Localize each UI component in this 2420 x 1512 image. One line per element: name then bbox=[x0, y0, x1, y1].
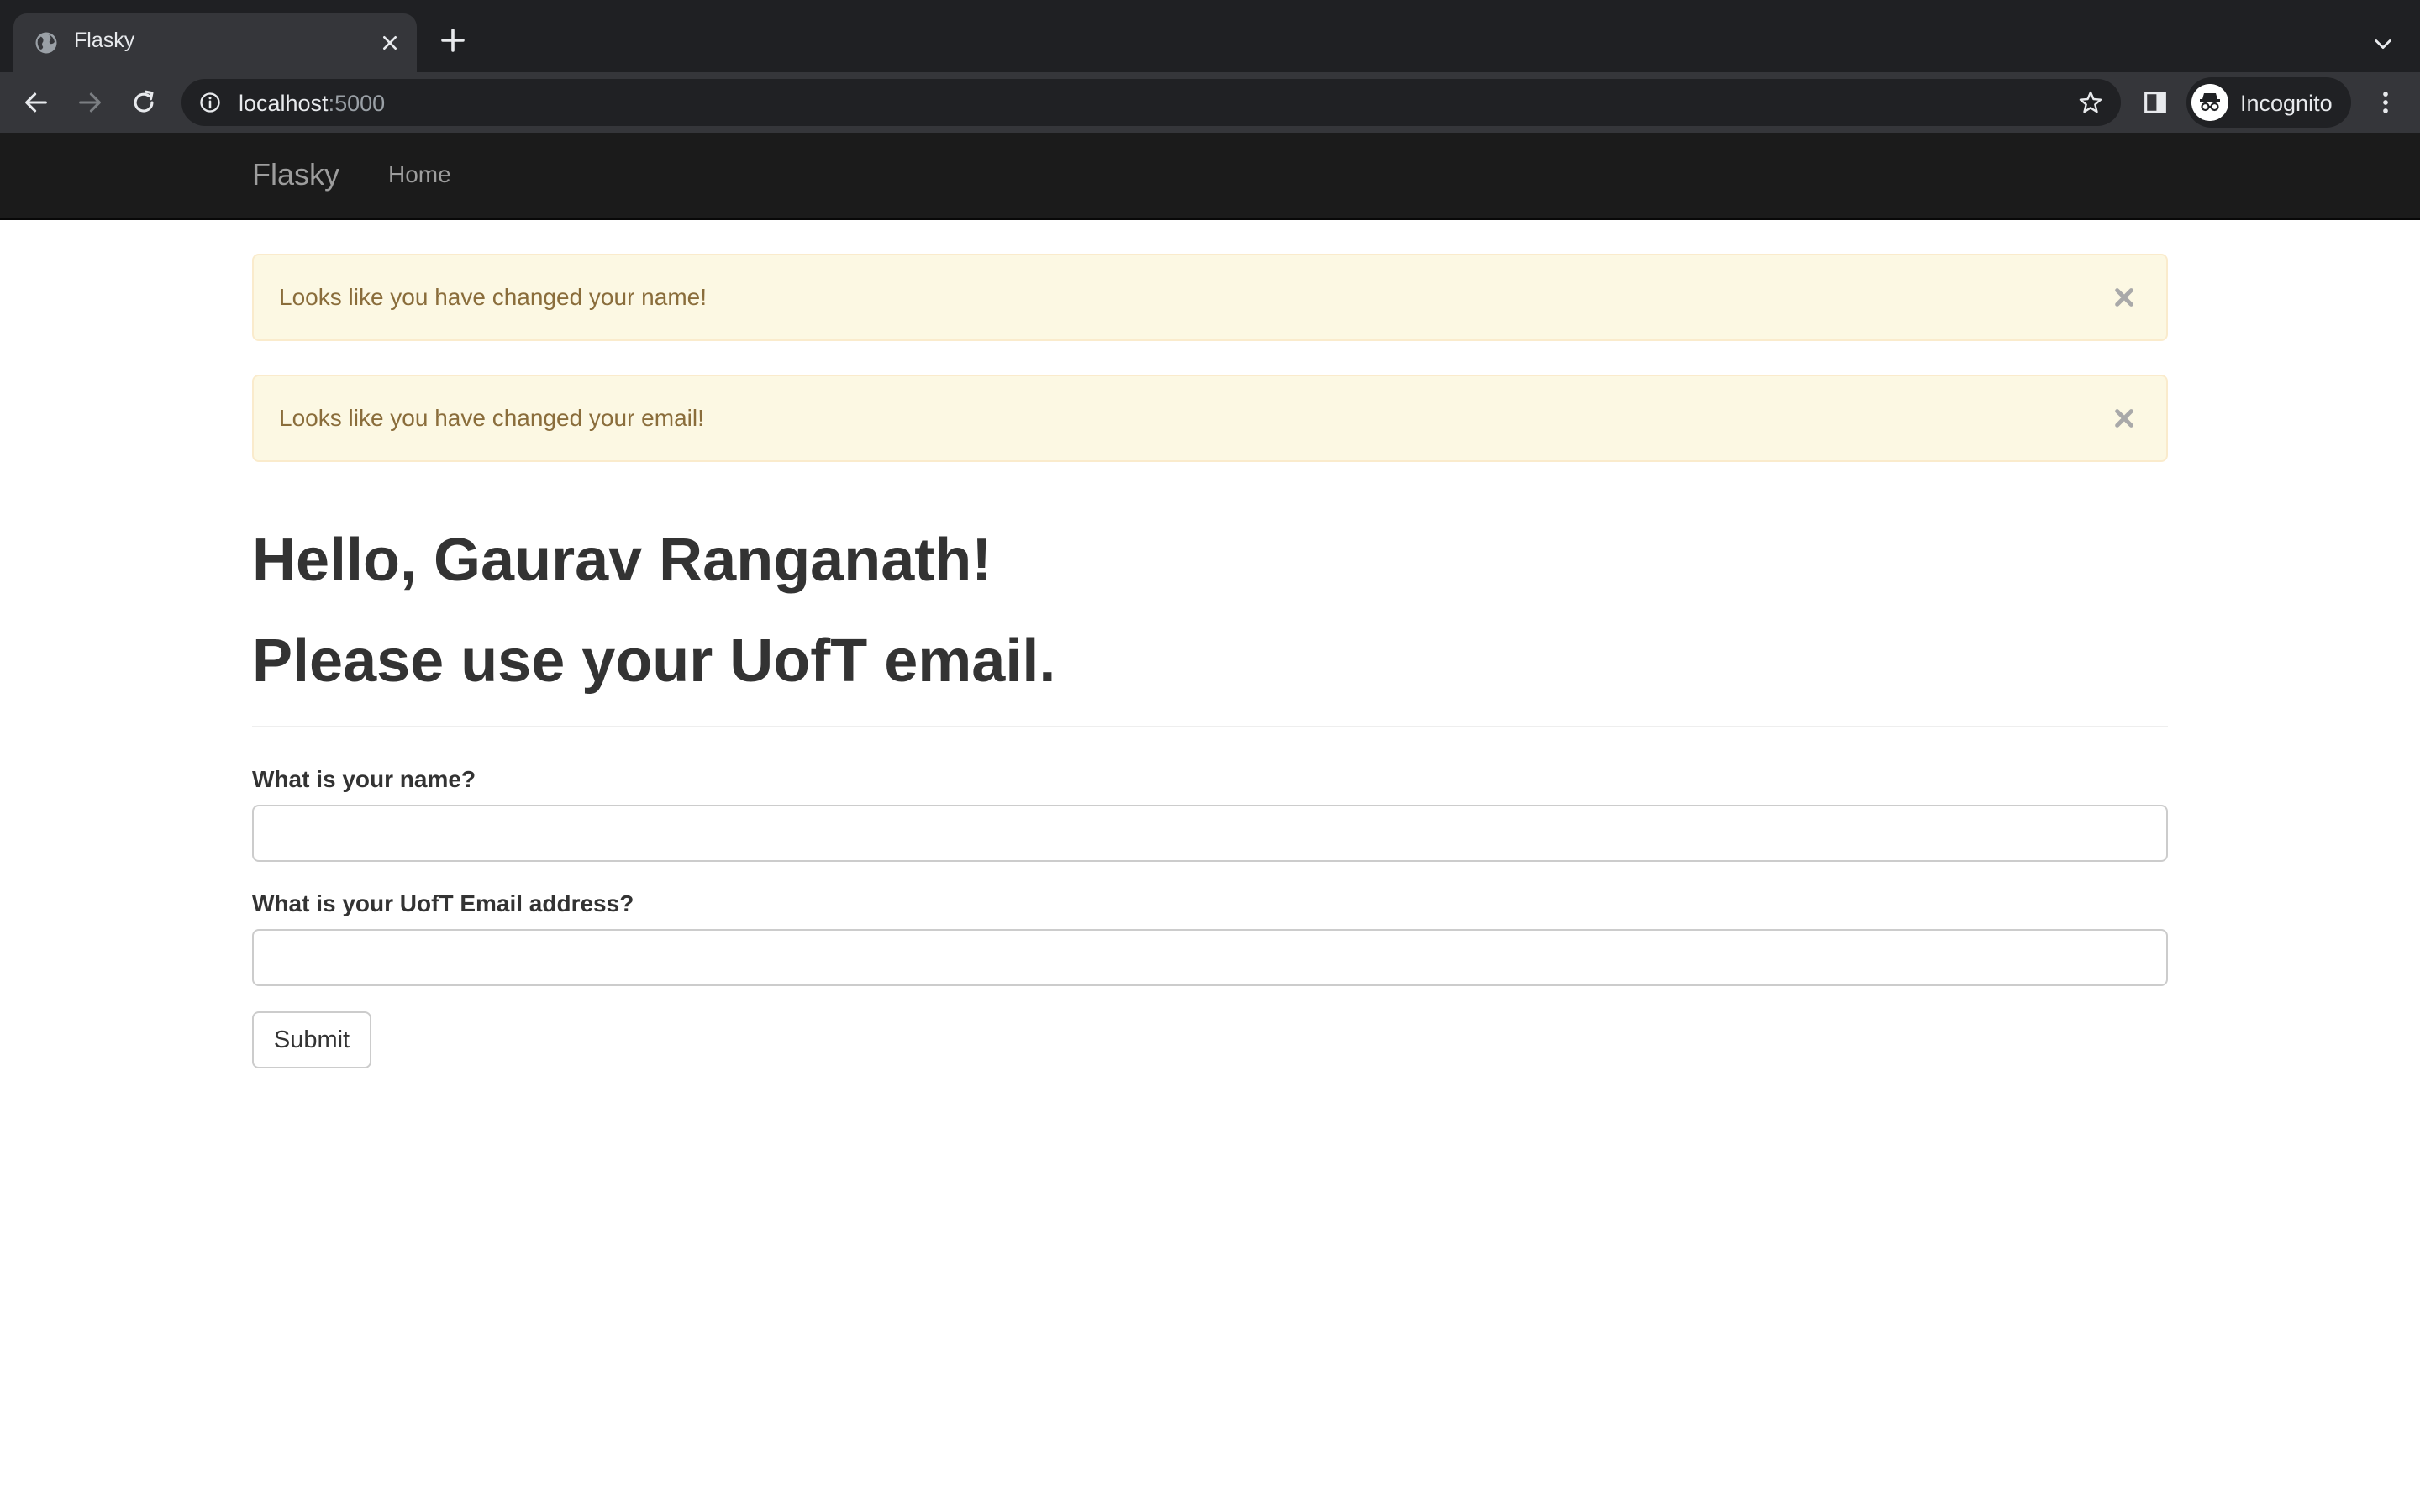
side-panel-icon[interactable] bbox=[2141, 88, 2170, 117]
incognito-label: Incognito bbox=[2240, 91, 2333, 116]
url-text[interactable]: localhost:5000 bbox=[239, 91, 385, 117]
chevron-down-icon[interactable] bbox=[2371, 32, 2395, 55]
navbar-brand[interactable]: Flasky bbox=[252, 157, 339, 192]
greeting-heading: Hello, Gaurav Ranganath! bbox=[252, 527, 992, 594]
close-icon[interactable] bbox=[2107, 281, 2141, 314]
alert-message: Looks like you have changed your email! bbox=[279, 405, 704, 431]
name-label: What is your name? bbox=[252, 766, 476, 792]
forward-arrow-icon[interactable] bbox=[76, 88, 104, 117]
site-navbar: Flasky Home bbox=[0, 133, 2420, 220]
flash-alert: Looks like you have changed your email! bbox=[252, 375, 2168, 462]
alert-message: Looks like you have changed your name! bbox=[279, 284, 707, 310]
incognito-profile-button[interactable]: Incognito bbox=[2186, 77, 2351, 128]
url-port: :5000 bbox=[328, 91, 386, 116]
submit-button[interactable]: Submit bbox=[252, 1011, 371, 1068]
back-arrow-icon[interactable] bbox=[22, 88, 50, 117]
info-icon[interactable] bbox=[198, 91, 222, 114]
globe-icon bbox=[35, 32, 57, 54]
plus-icon[interactable] bbox=[438, 25, 468, 55]
email-label: What is your UofT Email address? bbox=[252, 890, 634, 916]
kebab-menu-icon[interactable] bbox=[2371, 88, 2400, 117]
url-host: localhost bbox=[239, 91, 329, 116]
incognito-icon bbox=[2191, 84, 2228, 121]
star-icon[interactable] bbox=[2077, 89, 2104, 116]
notice-heading: Please use your UofT email. bbox=[252, 627, 1056, 695]
browser-toolbar: localhost:5000 Incognito bbox=[0, 72, 2420, 133]
browser-tab[interactable]: Flasky bbox=[13, 13, 417, 72]
close-icon[interactable] bbox=[2107, 402, 2141, 435]
browser-tab-strip: Flasky bbox=[0, 0, 2420, 72]
header-divider bbox=[252, 726, 2168, 727]
nav-item-home[interactable]: Home bbox=[388, 161, 451, 188]
tab-title: Flasky bbox=[74, 29, 135, 52]
address-bar[interactable]: localhost:5000 bbox=[182, 79, 2121, 126]
reload-icon[interactable] bbox=[129, 88, 158, 117]
email-input[interactable] bbox=[252, 929, 2168, 986]
flash-alert: Looks like you have changed your name! bbox=[252, 254, 2168, 341]
close-icon[interactable] bbox=[376, 29, 403, 56]
name-input[interactable] bbox=[252, 805, 2168, 862]
